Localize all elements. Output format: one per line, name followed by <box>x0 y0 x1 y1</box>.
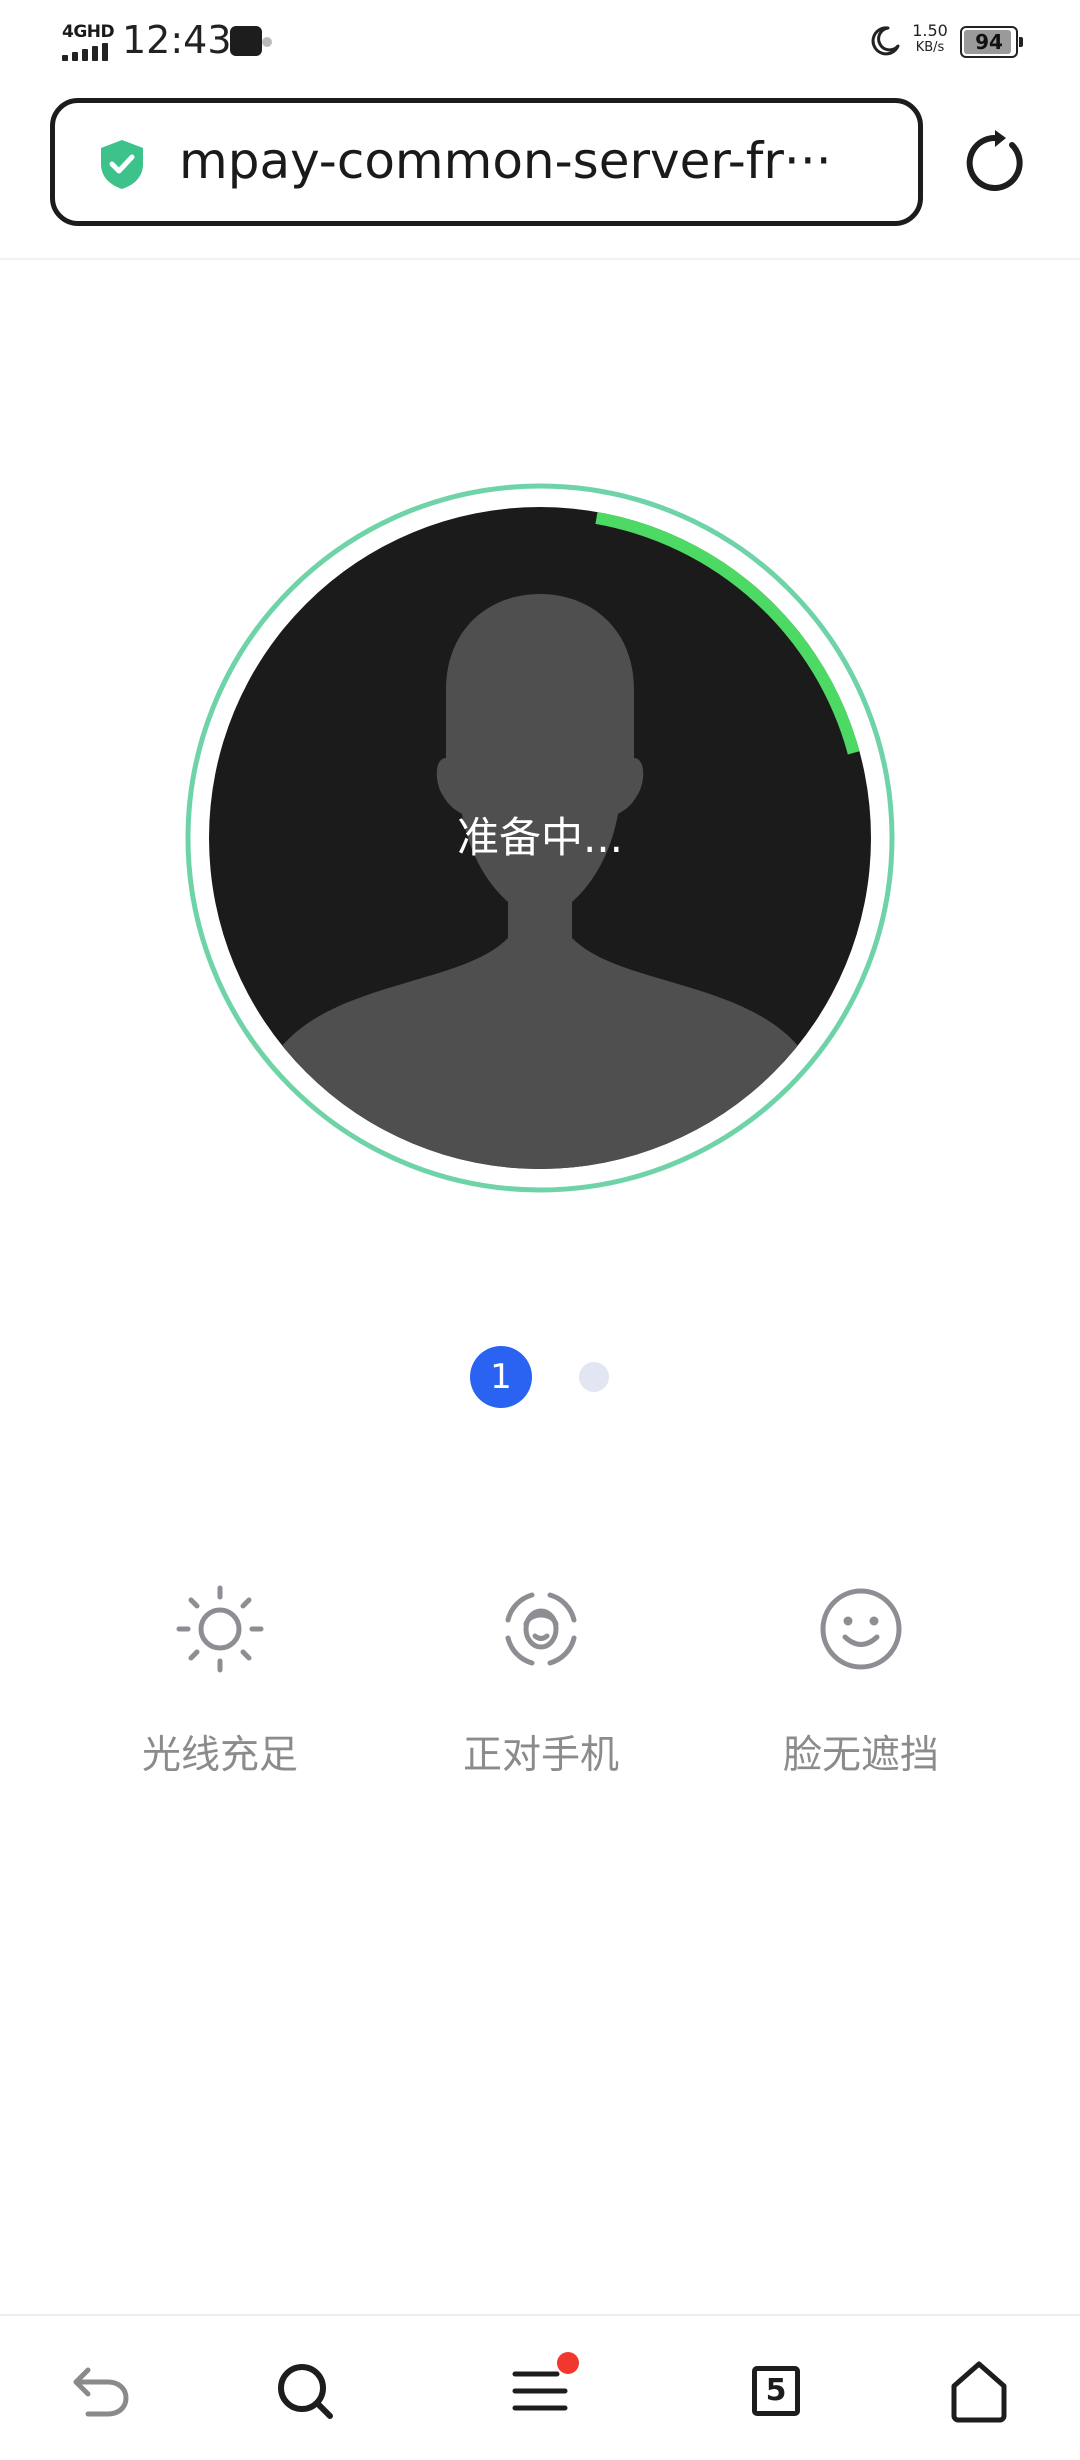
home-button[interactable] <box>944 2356 1014 2426</box>
speed-unit: KB/s <box>915 40 945 55</box>
tip-lighting: 光线充足 <box>70 1584 370 1784</box>
network-type: 4GHD <box>62 22 115 42</box>
face-frame-icon <box>505 1592 577 1666</box>
battery-icon: 94 <box>960 26 1023 58</box>
status-time: 12:43 <box>122 18 232 62</box>
url-text[interactable]: mpay-common-server-fr··· <box>179 129 879 193</box>
cellular-signal-icon: 4GHD <box>60 22 116 62</box>
tip-no-cover: 脸无遮挡 <box>711 1584 1011 1784</box>
header-divider <box>0 258 1080 260</box>
refresh-icon[interactable] <box>960 128 1030 198</box>
tabs-icon: 5 <box>752 2366 800 2416</box>
face-scan-frame: 准备中... <box>180 478 900 1198</box>
tip-label: 光线充足 <box>141 1733 298 1778</box>
address-bar[interactable]: mpay-common-server-fr··· <box>50 98 923 226</box>
notification-badge <box>557 2352 579 2374</box>
tip-face-phone: 正对手机 <box>391 1584 691 1784</box>
page: 4GHD 12:43 1.50 KB/s 94 mpay-common-serv… <box>0 0 1080 2460</box>
network-speed: 1.50 KB/s <box>906 22 954 56</box>
tip-label: 正对手机 <box>462 1733 619 1778</box>
sun-icon <box>176 1585 264 1673</box>
shield-check-icon <box>101 140 143 189</box>
search-button[interactable] <box>270 2356 340 2426</box>
smile-icon <box>820 1588 902 1670</box>
notification-app-icon <box>230 26 272 56</box>
status-bar: 4GHD 12:43 1.50 KB/s 94 <box>0 0 1080 84</box>
bottom-nav-divider <box>0 2314 1080 2316</box>
home-icon <box>951 2361 1007 2423</box>
search-icon <box>278 2364 333 2419</box>
menu-button[interactable] <box>505 2352 579 2426</box>
scan-status-text: 准备中... <box>456 813 624 862</box>
moon-icon <box>871 26 900 56</box>
tabs-button[interactable]: 5 <box>741 2356 811 2426</box>
tip-label: 脸无遮挡 <box>782 1733 939 1778</box>
speed-value: 1.50 <box>912 21 948 40</box>
step-indicator-next <box>579 1362 609 1392</box>
step-indicator-current: 1 <box>470 1346 532 1408</box>
back-icon <box>73 2367 129 2417</box>
battery-level: 94 <box>975 30 1003 54</box>
back-button[interactable] <box>66 2356 136 2426</box>
